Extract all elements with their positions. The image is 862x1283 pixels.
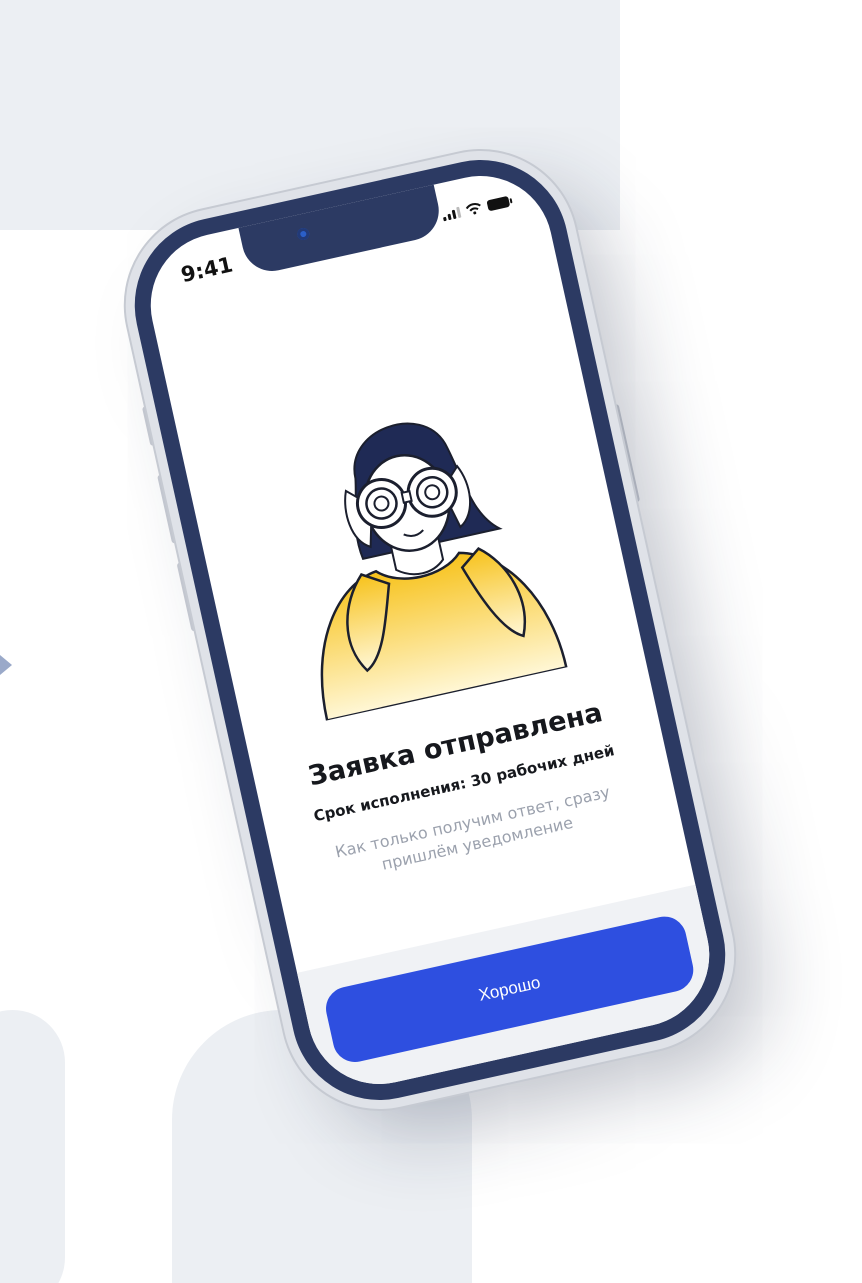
status-icons	[441, 195, 511, 222]
phone-mute-switch	[141, 405, 157, 447]
binoculars-illustration	[320, 422, 568, 722]
phone-frame: 9:41 Заявка отправлена Срок исполнения: …	[117, 143, 743, 1117]
play-arrow-icon	[0, 655, 12, 675]
phone-screen: 9:41 Заявка отправлена Срок исполнения: …	[136, 162, 724, 1098]
camera-icon	[296, 226, 311, 242]
signal-icon	[441, 206, 462, 222]
page-background: 9:41 Заявка отправлена Срок исполнения: …	[0, 0, 862, 1283]
phone-mockup: 9:41 Заявка отправлена Срок исполнения: …	[117, 143, 743, 1117]
wifi-icon	[465, 203, 481, 215]
battery-icon	[486, 195, 511, 212]
background-panel-left	[0, 1010, 65, 1283]
status-time: 9:41	[178, 252, 235, 288]
